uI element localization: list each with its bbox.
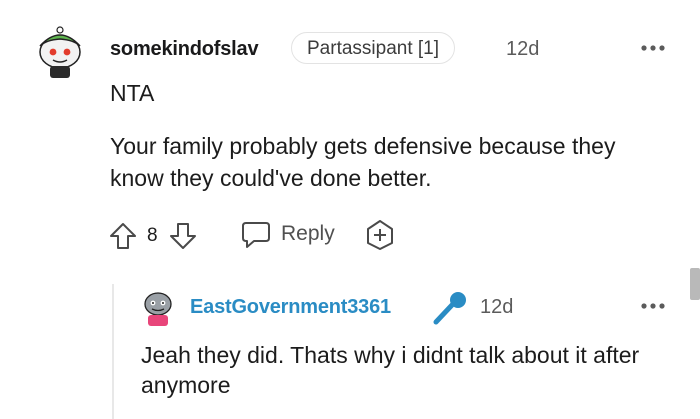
comment-timestamp[interactable]: 12d: [506, 38, 539, 61]
avatar[interactable]: [141, 288, 175, 328]
reply-icon[interactable]: [240, 220, 272, 250]
award-icon[interactable]: [364, 218, 396, 252]
upvote-icon[interactable]: [108, 221, 138, 251]
more-icon[interactable]: [640, 298, 666, 309]
downvote-icon[interactable]: [168, 221, 198, 251]
reply-button[interactable]: Reply: [281, 222, 335, 246]
avatar[interactable]: [34, 24, 86, 80]
vote-count: 8: [147, 225, 158, 246]
user-flair: Partassipant [1]: [291, 32, 456, 64]
comment-text: Your family probably gets defensive beca…: [110, 133, 616, 191]
more-icon[interactable]: [640, 40, 666, 51]
comment-text: NTA: [110, 80, 155, 106]
microphone-icon: [430, 290, 470, 326]
comment-author[interactable]: somekindofslav: [110, 38, 259, 61]
scrollbar[interactable]: [690, 268, 700, 300]
thread-line[interactable]: [112, 284, 114, 419]
reply-timestamp[interactable]: 12d: [480, 296, 513, 319]
reply-text: Jeah they did. Thats why i didnt talk ab…: [141, 342, 640, 398]
reply-author[interactable]: EastGovernment3361: [190, 296, 391, 319]
